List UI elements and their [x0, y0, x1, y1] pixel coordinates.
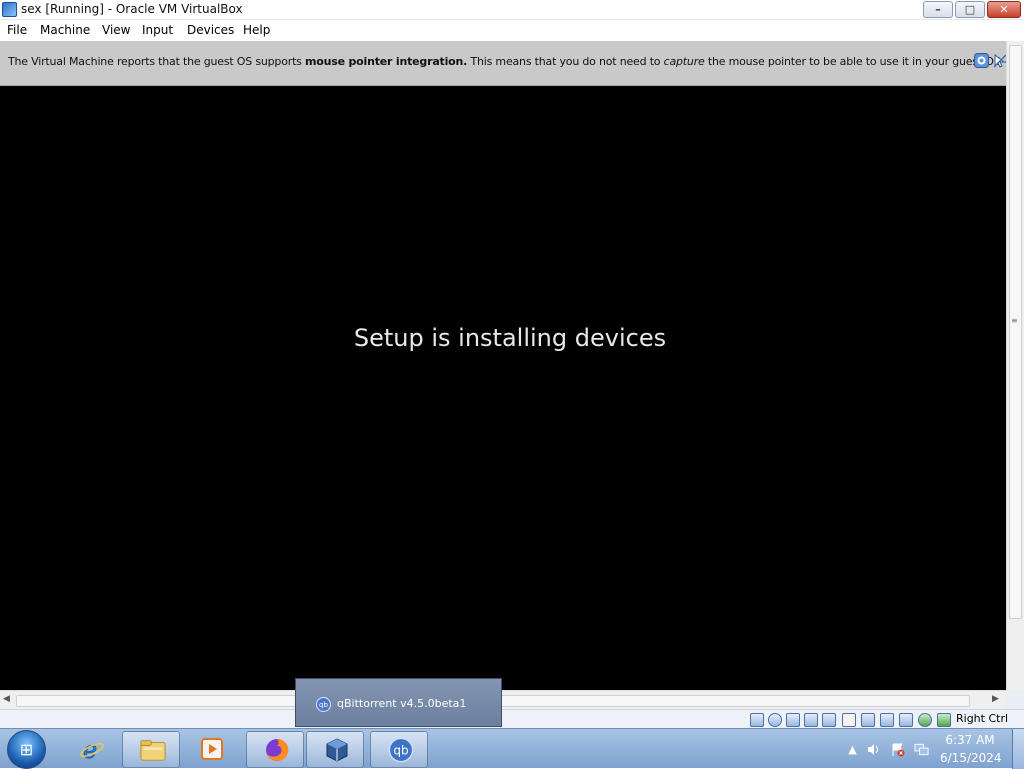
qbittorrent-thumbnail-popup[interactable]: qb qBittorrent v4.5.0beta1	[295, 678, 502, 727]
svg-text:qb: qb	[393, 744, 408, 758]
optical-drive-icon[interactable]	[768, 713, 782, 727]
internet-explorer-icon: e	[79, 736, 105, 762]
close-button[interactable]: ✕	[987, 1, 1021, 18]
maximize-icon: □	[964, 3, 976, 16]
popup-label: qBittorrent v4.5.0beta1	[337, 697, 467, 710]
menu-devices[interactable]: Devices	[187, 23, 234, 37]
clock-time[interactable]: 6:37 AM	[940, 733, 1000, 747]
vertical-scrollbar[interactable]: ≡	[1006, 41, 1024, 690]
maximize-button[interactable]: □	[955, 1, 985, 18]
banner-text-italic: capture	[663, 55, 705, 68]
keyboard-icon[interactable]	[937, 713, 951, 727]
qbittorrent-taskbar-icon: qb	[388, 737, 414, 763]
menu-file[interactable]: File	[7, 23, 27, 37]
qbittorrent-icon: qb	[316, 697, 331, 712]
display-icon[interactable]	[861, 713, 875, 727]
taskbar-virtualbox[interactable]	[306, 731, 364, 768]
banner-text-1: The Virtual Machine reports that the gue…	[8, 55, 306, 68]
audio-icon[interactable]	[786, 713, 800, 727]
minimize-icon: –	[935, 3, 941, 16]
setup-status-text: Setup is installing devices	[353, 324, 667, 352]
action-center-flag-icon[interactable]	[890, 742, 905, 757]
mouse-integration-status-icon[interactable]	[918, 713, 932, 727]
host-key-label[interactable]: Right Ctrl	[956, 712, 1008, 725]
horizontal-scrollbar[interactable]: ◀ ▶	[0, 690, 1006, 709]
taskbar: ⊞ e qb ▲ 6:37 AM 6/15/2024	[0, 728, 1024, 769]
shared-folders-icon[interactable]	[842, 713, 856, 727]
usb-icon[interactable]	[822, 713, 836, 727]
virtualbox-app-icon[interactable]	[2, 2, 17, 17]
minimize-button[interactable]: –	[923, 1, 953, 18]
start-button[interactable]: ⊞	[7, 730, 46, 769]
network-status-icon[interactable]	[914, 742, 929, 757]
network-icon[interactable]	[804, 713, 818, 727]
menu-view[interactable]: View	[102, 23, 130, 37]
info-icon[interactable]	[974, 53, 989, 68]
file-explorer-icon	[140, 737, 166, 763]
mouse-integration-banner: The Virtual Machine reports that the gue…	[0, 41, 1024, 86]
firefox-icon	[264, 737, 290, 763]
banner-text-2: This means that you do not need to	[467, 55, 664, 68]
status-bar: Right Ctrl	[0, 709, 1024, 728]
scroll-right-icon[interactable]: ▶	[992, 694, 999, 704]
video-capture-icon[interactable]	[880, 713, 894, 727]
banner-text-bold: mouse pointer integration.	[305, 55, 468, 68]
taskbar-file-explorer[interactable]	[122, 731, 180, 768]
cpu-icon[interactable]	[899, 713, 913, 727]
taskbar-internet-explorer[interactable]: e	[62, 731, 120, 768]
show-desktop-button[interactable]	[1012, 729, 1024, 769]
close-icon: ✕	[999, 3, 1009, 16]
grip-icon: ≡	[1011, 316, 1018, 325]
window-title: sex [Running] - Oracle VM VirtualBox	[21, 2, 243, 16]
virtualbox-window: sex [Running] - Oracle VM VirtualBox – □…	[0, 0, 1024, 728]
banner-message: The Virtual Machine reports that the gue…	[8, 55, 1024, 68]
menu-input[interactable]: Input	[142, 23, 173, 37]
taskbar-qbittorrent[interactable]: qb	[370, 731, 428, 768]
menu-help[interactable]: Help	[243, 23, 270, 37]
title-bar[interactable]: sex [Running] - Oracle VM VirtualBox – □…	[0, 0, 1024, 20]
clock-date[interactable]: 6/15/2024	[940, 751, 1002, 765]
show-hidden-icons-icon[interactable]: ▲	[845, 742, 860, 757]
hard-disk-icon[interactable]	[750, 713, 764, 727]
media-player-icon	[199, 736, 225, 762]
windows-logo-icon: ⊞	[19, 740, 34, 759]
virtualbox-icon	[324, 737, 350, 763]
taskbar-firefox[interactable]	[246, 731, 304, 768]
vertical-scroll-thumb[interactable]	[1009, 45, 1022, 619]
taskbar-media-player[interactable]	[182, 731, 240, 768]
volume-icon[interactable]	[866, 742, 881, 757]
menu-machine[interactable]: Machine	[40, 23, 90, 37]
menu-bar: File Machine View Input Devices Help	[0, 20, 1024, 41]
scroll-left-icon[interactable]: ◀	[3, 694, 10, 704]
vm-display[interactable]	[0, 86, 1006, 690]
